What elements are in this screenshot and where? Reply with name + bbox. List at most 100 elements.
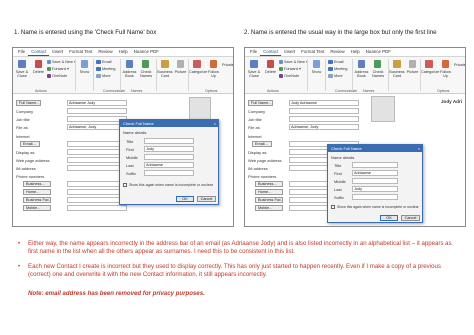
show-again-checkbox[interactable] [123, 183, 127, 187]
private-button[interactable]: Private [222, 63, 233, 67]
mobile-phone-button[interactable]: Mobile... [255, 205, 283, 211]
show-button[interactable]: Show [310, 70, 323, 74]
home-phone-button[interactable]: Home... [255, 189, 283, 195]
meeting-button[interactable]: Meeting [334, 67, 348, 71]
address-book-button[interactable]: Address Book [353, 70, 370, 79]
tab-insert[interactable]: Insert [281, 48, 298, 56]
tab-review[interactable]: Review [95, 48, 115, 56]
web-page-field[interactable] [67, 157, 127, 163]
tab-format-text[interactable]: Format Text [298, 48, 327, 56]
ribbon-tabs: File Contact Insert Format Text Review H… [245, 48, 465, 57]
full-name-field[interactable]: Adriaanse Jody [67, 100, 127, 106]
last-field[interactable]: Jody [352, 186, 398, 192]
delete-button[interactable]: Delete [32, 70, 45, 74]
categorize-button[interactable]: Categorize [189, 70, 207, 74]
close-icon[interactable]: × [418, 145, 420, 152]
tab-help[interactable]: Help [116, 48, 131, 56]
forward-icon [279, 67, 283, 71]
title-field[interactable] [144, 138, 194, 144]
email-field[interactable] [67, 141, 127, 147]
follow-up-button[interactable]: Follow Up [206, 70, 221, 79]
mobile-phone-button[interactable]: Mobile... [23, 205, 51, 211]
tab-nuance-pdf[interactable]: Nuance PDF [363, 48, 394, 56]
check-names-icon [374, 60, 381, 68]
business-fax-button[interactable]: Business Fax... [23, 197, 51, 203]
email-button[interactable]: Email [102, 60, 112, 64]
save-new-button[interactable]: Save & New [52, 60, 76, 64]
contact-photo[interactable] [189, 97, 211, 121]
file-as-field[interactable]: Adriaanse, Jody [67, 124, 127, 130]
save-close-button[interactable]: Save & Close [246, 70, 262, 79]
file-as-field[interactable]: Adriaanse, Jody [289, 124, 359, 130]
tab-contact[interactable]: Contact [28, 48, 50, 56]
tab-format-text[interactable]: Format Text [66, 48, 95, 56]
file-as-label: File as [16, 125, 28, 130]
onenote-button[interactable]: OneNote [284, 74, 299, 78]
delete-button[interactable]: Delete [264, 70, 277, 74]
company-field[interactable] [67, 108, 127, 114]
home-phone-button[interactable]: Home... [23, 189, 51, 195]
title-field[interactable] [352, 162, 398, 168]
categorize-button[interactable]: Categorize [421, 70, 439, 74]
email-select-button[interactable]: Email... [252, 141, 272, 147]
tab-contact[interactable]: Contact [260, 48, 282, 56]
job-title-field[interactable] [67, 116, 127, 122]
meeting-button[interactable]: Meeting [102, 67, 116, 71]
close-icon[interactable]: × [214, 120, 216, 127]
job-title-field[interactable] [289, 116, 359, 122]
suffix-field[interactable] [144, 170, 194, 176]
full-name-button[interactable]: Full Name... [248, 100, 273, 106]
middle-field[interactable] [144, 154, 194, 160]
check-names-button[interactable]: Check Names [138, 70, 154, 79]
mobile-phone-field[interactable] [67, 205, 127, 211]
tab-help[interactable]: Help [348, 48, 363, 56]
tab-file[interactable]: File [15, 48, 28, 56]
cancel-button[interactable]: Cancel [401, 215, 420, 221]
forward-button[interactable]: Forward [284, 67, 301, 71]
im-address-field[interactable] [67, 165, 127, 171]
onenote-button[interactable]: OneNote [52, 74, 67, 78]
ok-button[interactable]: OK [176, 196, 194, 202]
more-icon [328, 74, 333, 78]
middle-field[interactable] [352, 178, 398, 184]
first-field[interactable]: Jody [144, 146, 194, 152]
cancel-button[interactable]: Cancel [197, 196, 216, 202]
contact-photo[interactable] [371, 96, 395, 122]
suffix-field[interactable] [352, 194, 398, 200]
business-card-button[interactable]: Business Card [389, 70, 405, 79]
business-phone-field[interactable] [67, 181, 127, 187]
address-book-button[interactable]: Address Book [121, 70, 138, 79]
tab-insert[interactable]: Insert [49, 48, 66, 56]
check-names-button[interactable]: Check Names [370, 70, 386, 79]
forward-button[interactable]: Forward [52, 67, 69, 71]
more-button[interactable]: More [334, 74, 343, 78]
picture-button[interactable]: Picture [174, 70, 187, 74]
company-field[interactable] [289, 108, 359, 114]
save-new-button[interactable]: Save & New [284, 60, 308, 64]
show-button[interactable]: Show [78, 70, 91, 74]
first-field[interactable]: Adriaanse [352, 170, 398, 176]
display-as-field[interactable] [67, 149, 127, 155]
business-card-button[interactable]: Business Card [157, 70, 173, 79]
email-button[interactable]: Email [334, 60, 344, 64]
address-book-icon [126, 60, 133, 68]
tab-file[interactable]: File [247, 48, 260, 56]
show-again-checkbox[interactable] [331, 205, 335, 209]
business-fax-field[interactable] [67, 197, 127, 203]
business-phone-button[interactable]: Business... [255, 181, 283, 187]
more-button[interactable]: More [102, 74, 111, 78]
full-name-field[interactable]: Jody Adriaanse [289, 100, 359, 106]
full-name-button[interactable]: Full Name... [16, 100, 41, 106]
tab-nuance-pdf[interactable]: Nuance PDF [131, 48, 162, 56]
follow-up-button[interactable]: Follow Up [438, 70, 453, 79]
last-field[interactable]: Adriaanse [144, 162, 194, 168]
picture-button[interactable]: Picture [406, 70, 419, 74]
business-fax-button[interactable]: Business Fax... [255, 197, 283, 203]
business-phone-button[interactable]: Business... [23, 181, 51, 187]
home-phone-field[interactable] [67, 189, 127, 195]
ok-button[interactable]: OK [380, 215, 398, 221]
tab-review[interactable]: Review [327, 48, 347, 56]
email-select-button[interactable]: Email... [20, 141, 40, 147]
private-button[interactable]: Private [454, 63, 465, 67]
save-close-button[interactable]: Save & Close [14, 70, 30, 79]
